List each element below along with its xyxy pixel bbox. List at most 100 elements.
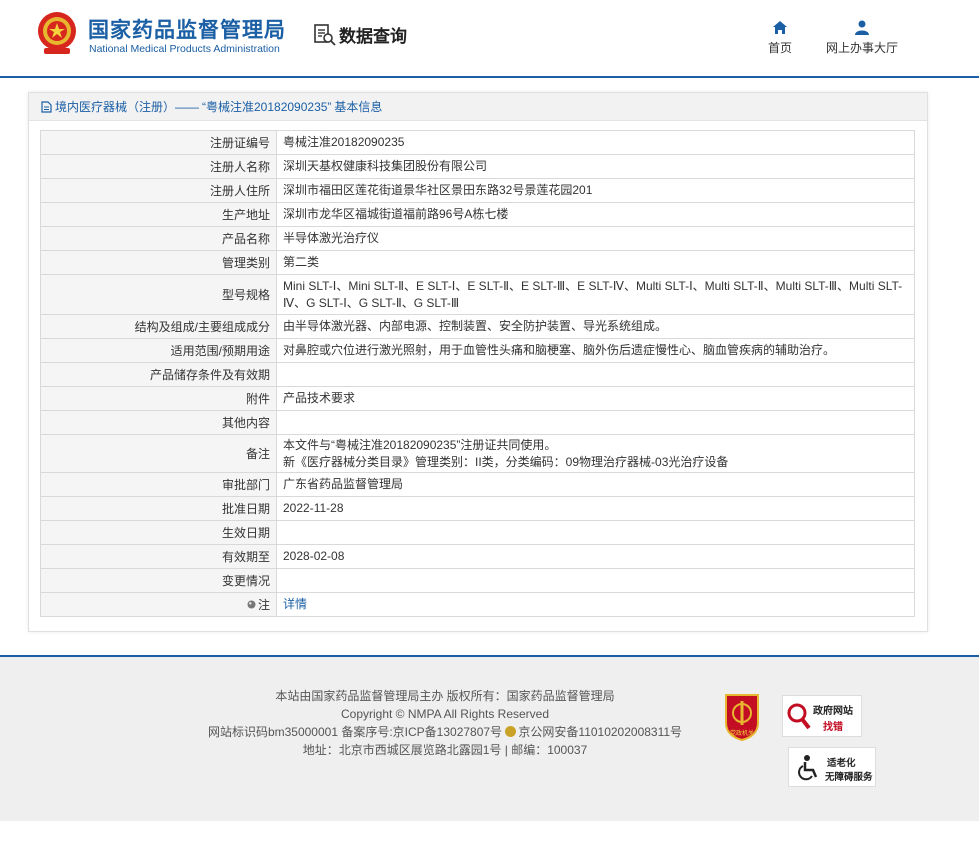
row-value: Mini SLT-Ⅰ、Mini SLT-Ⅱ、E SLT-Ⅰ、E SLT-Ⅱ、E … [276, 274, 915, 315]
remark-line-1: 本文件与“粤械注准20182090235”注册证共同使用。 [283, 437, 557, 452]
police-badge-icon [505, 726, 517, 737]
row-key: 审批部门 [40, 472, 277, 497]
row-key: 管理类别 [40, 250, 277, 275]
table-row: 产品名称 半导体激光治疗仪 [40, 226, 915, 251]
row-key: 其他内容 [40, 410, 277, 435]
row-value: 本文件与“粤械注准20182090235”注册证共同使用。 新《医疗器械分类目录… [276, 434, 915, 473]
row-key: 生产地址 [40, 202, 277, 227]
data-query-label: 数据查询 [339, 27, 407, 46]
table-row: 注册证编号 粤械注准20182090235 [40, 130, 915, 155]
site-header: 国家药品监督管理局 National Medical Products Admi… [0, 0, 979, 78]
breadcrumb-quoted: “粤械注准20182090235” [202, 99, 332, 114]
table-row: 结构及组成/主要组成成分 由半导体激光器、内部电源、控制装置、安全防护装置、导光系… [40, 314, 915, 339]
row-value: 对鼻腔或穴位进行激光照射，用于血管性头痛和脑梗塞、脑外伤后遗症慢性心、脑血管疾病… [276, 338, 915, 363]
row-key: 附件 [40, 386, 277, 411]
detail-panel: 境内医疗器械（注册）—— “粤械注准20182090235” 基本信息 注册证编… [28, 92, 928, 632]
gov-badge-subtitle: 找错 [823, 722, 843, 733]
pin-icon [247, 600, 256, 609]
row-value: 2022-11-28 [276, 496, 915, 521]
breadcrumb: 境内医疗器械（注册）—— “粤械注准20182090235” 基本信息 [29, 93, 927, 121]
row-value [276, 520, 915, 545]
row-key: 适用范围/预期用途 [40, 338, 277, 363]
row-key: 生效日期 [40, 520, 277, 545]
table-row: 生效日期 [40, 520, 915, 545]
magnifier-icon [787, 703, 811, 730]
row-value: 由半导体激光器、内部电源、控制装置、安全防护装置、导光系统组成。 [276, 314, 915, 339]
table-row: 备注 本文件与“粤械注准20182090235”注册证共同使用。 新《医疗器械分… [40, 434, 915, 473]
site-logo-cn[interactable]: 国家药品监督管理局 [88, 14, 286, 44]
row-key: 备注 [40, 434, 277, 473]
gov-site-error-badge[interactable]: 政府网站 找错 [782, 695, 862, 737]
national-emblem-icon [38, 12, 76, 54]
row-value: 第二类 [276, 250, 915, 275]
table-row: 其他内容 [40, 410, 915, 435]
footer-address: 地址：北京市西城区展览路北露园1号 | 邮编：100037 [302, 743, 588, 757]
nav-home-label: 首页 [767, 41, 792, 55]
site-footer: 本站由国家药品监督管理局主办 版权所有：国家药品监督管理局 Copyright … [0, 655, 979, 821]
row-key: 注册证编号 [40, 130, 277, 155]
row-key: 产品储存条件及有效期 [40, 362, 277, 387]
row-key: 有效期至 [40, 544, 277, 569]
breadcrumb-prefix: 境内医疗器械（注册）—— [55, 99, 200, 114]
table-row: 型号规格 Mini SLT-Ⅰ、Mini SLT-Ⅱ、E SLT-Ⅰ、E SLT-… [40, 274, 915, 315]
table-row: 管理类别 第二类 [40, 250, 915, 275]
breadcrumb-suffix: 基本信息 [334, 99, 383, 114]
document-search-icon [314, 23, 336, 46]
row-value: 详情 [276, 592, 915, 617]
table-row: 有效期至 2028-02-08 [40, 544, 915, 569]
row-key: 注册人住所 [40, 178, 277, 203]
table-row: 注册人住所 深圳市福田区莲花街道景华社区景田东路32号景莲花园201 [40, 178, 915, 203]
nav-online-hall-label: 网上办事大厅 [825, 41, 898, 55]
row-value [276, 362, 915, 387]
row-key: 结构及组成/主要组成成分 [40, 314, 277, 339]
row-key: 变更情况 [40, 568, 277, 593]
row-value: 2028-02-08 [276, 544, 915, 569]
row-value: 深圳天基权健康科技集团股份有限公司 [276, 154, 915, 179]
table-row: 变更情况 [40, 568, 915, 593]
table-row: 产品储存条件及有效期 [40, 362, 915, 387]
nav-home[interactable]: 首页 [762, 20, 798, 56]
remark-line-2: 新《医疗器械分类目录》管理类别：II类，分类编码：09物理治疗器械-03光治疗设… [283, 454, 729, 469]
row-key: 型号规格 [40, 274, 277, 315]
row-value [276, 568, 915, 593]
row-value: 深圳市龙华区福城街道福前路96号A栋七楼 [276, 202, 915, 227]
row-value: 广东省药品监督管理局 [276, 472, 915, 497]
row-value: 深圳市福田区莲花街道景华社区景田东路32号景莲花园201 [276, 178, 915, 203]
accessibility-subtitle: 无障碍服务 [825, 772, 873, 783]
footer-record: 网站标识码bm35000001 备案序号:京ICP备13027807号 京公网安… [180, 723, 710, 741]
row-key: 产品名称 [40, 226, 277, 251]
table-row: 注 详情 [40, 592, 915, 617]
table-row: 适用范围/预期用途 对鼻腔或穴位进行激光照射，用于血管性头痛和脑梗塞、脑外伤后遗症… [40, 338, 915, 363]
row-key-note: 注 [40, 592, 277, 617]
row-key: 注册人名称 [40, 154, 277, 179]
note-key-wrap: 注 [247, 596, 270, 613]
document-icon [41, 100, 52, 113]
table-row: 生产地址 深圳市龙华区福城街道福前路96号A栋七楼 [40, 202, 915, 227]
details-link[interactable]: 详情 [283, 597, 307, 611]
table-row: 审批部门 广东省药品监督管理局 [40, 472, 915, 497]
badge-red-label: 党政机关 [730, 729, 754, 737]
footer-icp[interactable]: 网站标识码bm35000001 备案序号:京ICP备13027807号 [208, 725, 502, 739]
footer-police-record[interactable]: 京公网安备11010202008311号 [518, 725, 682, 739]
table-row: 附件 产品技术要求 [40, 386, 915, 411]
party-government-badge-icon[interactable]: 党政机关 [722, 693, 762, 741]
row-value [276, 410, 915, 435]
row-value: 粤械注准20182090235 [276, 130, 915, 155]
row-value: 半导体激光治疗仪 [276, 226, 915, 251]
table-row: 注册人名称 深圳天基权健康科技集团股份有限公司 [40, 154, 915, 179]
note-key-label: 注 [257, 598, 270, 612]
footer-text: 本站由国家药品监督管理局主办 版权所有：国家药品监督管理局 Copyright … [180, 687, 710, 759]
home-icon [773, 21, 787, 34]
data-query-title: 数据查询 [313, 22, 407, 47]
footer-copyright: Copyright © NMPA All Rights Reserved [340, 707, 550, 721]
row-key: 批准日期 [40, 496, 277, 521]
accessibility-title: 适老化 [827, 758, 856, 769]
gov-badge-title: 政府网站 [813, 706, 853, 717]
nav-online-hall[interactable]: 网上办事大厅 [822, 20, 902, 56]
row-value: 产品技术要求 [276, 386, 915, 411]
info-table: 注册证编号 粤械注准20182090235 注册人名称 深圳天基权健康科技集团股份有… [40, 130, 915, 617]
accessibility-badge[interactable]: 适老化 无障碍服务 [788, 747, 876, 787]
site-logo-en[interactable]: National Medical Products Administration [89, 43, 280, 55]
footer-sponsor: 本站由国家药品监督管理局主办 版权所有：国家药品监督管理局 [275, 689, 615, 703]
accessibility-icon [798, 755, 818, 781]
